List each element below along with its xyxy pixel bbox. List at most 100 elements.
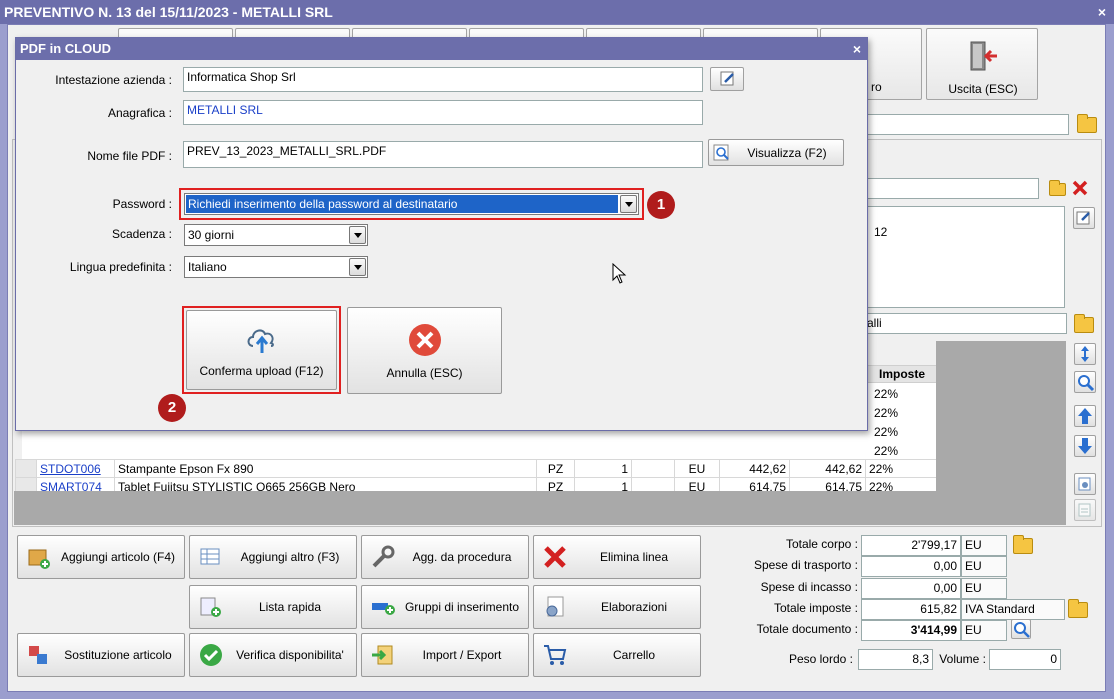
article-tax: 22% (865, 459, 943, 478)
import-export-icon (372, 645, 393, 665)
company-label: Intestazione azienda : (55, 73, 172, 87)
replace-article-button[interactable]: Sostituzione articolo (17, 633, 185, 677)
expiry-label: Scadenza : (111, 227, 172, 241)
move-up-button[interactable] (1074, 405, 1096, 427)
confirm-upload-button[interactable]: Conferma upload (F12) (186, 310, 337, 390)
cancel-label: Annulla (ESC) (386, 365, 463, 380)
registry-field[interactable]: METALLI SRL (183, 100, 703, 125)
add-other-button[interactable]: Aggiungi altro (F3) (189, 535, 357, 579)
password-selected-value: Richiedi inserimento della password al d… (186, 195, 618, 213)
cart-icon (544, 645, 567, 665)
hidden-tax-4: 22% (874, 444, 899, 458)
add-article-button[interactable]: Aggiungi articolo (F4) (17, 535, 185, 579)
language-select[interactable]: Italiano (184, 256, 368, 278)
total-body-folder-icon[interactable] (1013, 535, 1033, 554)
notes-value: 12 (874, 225, 888, 239)
copy-row-button[interactable] (1074, 473, 1096, 495)
transport-label: Spese di trasporto : (753, 558, 858, 572)
cancel-button[interactable]: Annulla (ESC) (347, 307, 502, 394)
paste-row-button[interactable] (1074, 499, 1096, 521)
import-export-label: Import / Export (422, 648, 502, 662)
volume-label: Volume : (939, 652, 986, 666)
collection-value[interactable]: 0,00 (861, 578, 961, 599)
sort-button[interactable] (1074, 343, 1096, 365)
total-body-value: 2'799,17 (861, 535, 961, 556)
window-title: PREVENTIVO N. 13 del 15/11/2023 - METALL… (4, 4, 333, 20)
add-from-procedure-button[interactable]: Agg. da procedura (361, 535, 529, 579)
replace-icon (29, 646, 47, 664)
transport-value[interactable]: 0,00 (861, 556, 961, 577)
total-body-currency: EU (961, 535, 1007, 556)
box-add-icon (28, 549, 50, 569)
view-button[interactable]: Visualizza (F2) (708, 139, 844, 166)
processing-label: Elaborazioni (600, 600, 668, 614)
copy-icon (1078, 477, 1091, 491)
table-row[interactable]: STDOT006 Stampante Epson Fx 890 PZ 1 EU … (15, 459, 943, 478)
preview-magnifier-icon (713, 144, 729, 160)
clear-destination-icon[interactable] (1071, 179, 1089, 197)
check-availability-label: Verifica disponibilita' (236, 648, 344, 662)
paste-icon (1078, 503, 1091, 517)
company-field[interactable]: Informatica Shop Srl (183, 67, 703, 92)
chevron-down-icon[interactable] (620, 195, 637, 213)
tax-folder-icon[interactable] (1068, 599, 1088, 618)
total-document-value: 3'414,99 (861, 620, 961, 641)
exit-label: Uscita (ESC) (948, 82, 1018, 96)
exit-door-icon (970, 41, 997, 71)
step-badge-2: 2 (158, 394, 186, 422)
total-document-label: Totale documento : (756, 622, 858, 636)
gross-weight-label: Peso lordo : (788, 652, 853, 666)
magnifier-icon (1078, 375, 1095, 392)
volume-value[interactable]: 0 (989, 649, 1061, 670)
article-currency: EU (674, 459, 720, 478)
processing-button[interactable]: Elaborazioni (533, 585, 701, 629)
hidden-tax-2: 22% (874, 406, 899, 420)
window-close-button[interactable]: × (1098, 0, 1106, 24)
cart-label: Carrello (612, 648, 655, 662)
check-availability-button[interactable]: Verifica disponibilita' (189, 633, 357, 677)
import-export-button[interactable]: Import / Export (361, 633, 529, 677)
total-body-label: Totale corpo : (785, 537, 858, 551)
tax-type: IVA Standard (961, 599, 1065, 620)
dialog-title-bar: PDF in CLOUD × (16, 38, 867, 60)
expiry-select[interactable]: 30 giorni (184, 224, 368, 246)
zoom-button[interactable] (1074, 371, 1096, 393)
article-code-link[interactable]: STDOT006 (40, 462, 101, 476)
gear-document-icon (546, 596, 564, 617)
reference-folder-icon[interactable] (1074, 314, 1094, 333)
transport-currency: EU (961, 556, 1007, 577)
edit-notes-button[interactable] (1073, 207, 1095, 229)
move-down-button[interactable] (1074, 435, 1096, 457)
chevron-down-icon[interactable] (349, 226, 366, 244)
notes-box[interactable]: 12 (863, 206, 1065, 308)
filename-field[interactable]: PREV_13_2023_METALLI_SRL.PDF (183, 141, 703, 168)
add-other-label: Aggiungi altro (F3) (240, 550, 340, 564)
delete-line-button[interactable]: Elimina linea (533, 535, 701, 579)
article-description: Stampante Epson Fx 890 (114, 459, 537, 478)
reference-field[interactable]: alli (863, 313, 1067, 334)
chevron-down-icon[interactable] (349, 258, 366, 276)
confirm-upload-label: Conferma upload (F12) (199, 364, 324, 378)
exit-button[interactable]: Uscita (ESC) (926, 28, 1038, 100)
toolbar-search-label: ro (871, 80, 882, 94)
cart-button[interactable]: Carrello (533, 633, 701, 677)
password-select[interactable]: Richiedi inserimento della password al d… (184, 193, 639, 215)
grid-empty-area (14, 491, 1066, 525)
expiry-value: 30 giorni (188, 228, 235, 242)
total-document-currency: EU (961, 620, 1007, 641)
hidden-tax-1: 22% (874, 387, 899, 401)
insert-groups-button[interactable]: Gruppi di inserimento (361, 585, 529, 629)
total-zoom-button[interactable] (1011, 619, 1031, 639)
header-field[interactable] (863, 114, 1069, 135)
dialog-close-button[interactable]: × (853, 38, 861, 60)
delete-line-label: Elimina linea (599, 550, 669, 564)
column-header-imposte[interactable]: Imposte (867, 365, 942, 383)
quick-list-button[interactable]: Lista rapida (189, 585, 357, 629)
edit-company-button[interactable] (710, 67, 744, 91)
destination-folder-icon[interactable] (1049, 180, 1066, 196)
add-from-procedure-label: Agg. da procedura (412, 550, 512, 564)
destination-field[interactable] (863, 178, 1039, 199)
header-folder-icon[interactable] (1077, 114, 1097, 133)
article-price: 442,62 (719, 459, 790, 478)
gross-weight-value[interactable]: 8,3 (858, 649, 933, 670)
